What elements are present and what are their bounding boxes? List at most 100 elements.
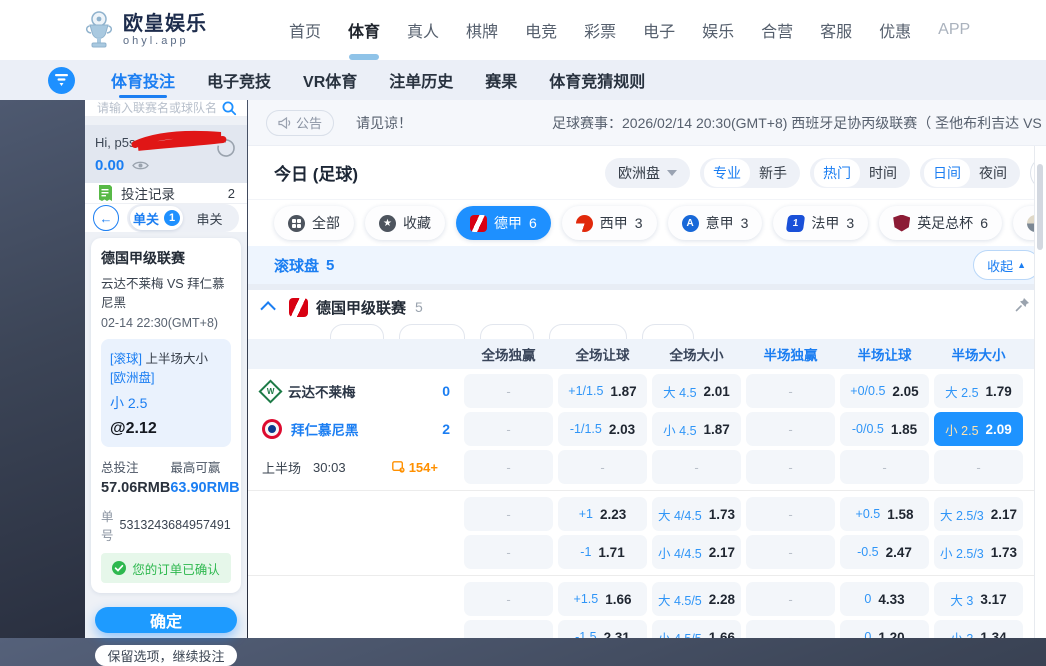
odds-cell[interactable]: 小 4.5/51.66 <box>652 620 741 638</box>
slip-selection-box: [滚球] 上半场大小 [欧洲盘] 小 2.5 @2.12 <box>101 339 231 447</box>
top-nav-item-8[interactable]: 合营 <box>761 0 793 60</box>
odds-cell[interactable]: +1/1.51.87 <box>558 374 647 408</box>
market-mini-tab-1[interactable] <box>399 324 465 339</box>
pin-icon[interactable] <box>1015 297 1030 317</box>
odds-price: 2.17 <box>991 507 1017 522</box>
league-tab-4[interactable]: A意甲3 <box>668 206 763 240</box>
sub-nav-item-5[interactable]: 体育竞猜规则 <box>549 60 645 100</box>
odds-price: 3.17 <box>980 592 1006 607</box>
odds-price: 1.85 <box>891 422 917 437</box>
search-icon[interactable] <box>221 100 237 116</box>
top-nav-item-0[interactable]: 首页 <box>289 0 321 60</box>
sub-nav-item-1[interactable]: 电子竞技 <box>207 60 271 100</box>
odds-cell[interactable]: +12.23 <box>558 497 647 531</box>
top-nav-item-6[interactable]: 电子 <box>643 0 675 60</box>
odds-cell-empty: - <box>464 620 553 638</box>
search-input[interactable] <box>95 100 221 116</box>
odds-cell[interactable]: +0/0.52.05 <box>840 374 929 408</box>
top-nav-item-11[interactable]: APP <box>938 0 970 60</box>
odds-price: 2.09 <box>986 422 1012 437</box>
filter-option-2-1[interactable]: 夜间 <box>970 159 1016 187</box>
market-mini-tab-4[interactable] <box>642 324 694 339</box>
league-icon-laliga <box>576 215 593 232</box>
odds-cell[interactable]: -0/0.51.85 <box>840 412 929 446</box>
top-nav-item-9[interactable]: 客服 <box>820 0 852 60</box>
top-nav-item-4[interactable]: 电竞 <box>525 0 557 60</box>
filter-option-1-0[interactable]: 热门 <box>814 159 860 187</box>
vertical-scrollbar[interactable] <box>1034 146 1046 638</box>
team-name[interactable]: 拜仁慕尼黑 <box>291 419 359 439</box>
odds-cell[interactable]: 小 4/4.52.17 <box>652 535 741 569</box>
odds-cell[interactable]: 大 4/4.51.73 <box>652 497 741 531</box>
slip-league-name: 德国甲级联赛 <box>101 248 231 268</box>
odds-cell[interactable]: -1/1.52.03 <box>558 412 647 446</box>
filter-option-0-0[interactable]: 专业 <box>704 159 750 187</box>
single-bet-count-badge: 1 <box>164 210 180 226</box>
odds-line: 大 4.5/5 <box>658 590 702 609</box>
league-tab-2[interactable]: 德甲6 <box>456 206 551 240</box>
odds-cell[interactable]: 小 2.5/31.73 <box>934 535 1023 569</box>
odds-cell[interactable]: 大 33.17 <box>934 582 1023 616</box>
odds-cell[interactable]: 04.33 <box>840 582 929 616</box>
top-nav-item-3[interactable]: 棋牌 <box>466 0 498 60</box>
odds-cell[interactable]: 小 31.34 <box>934 620 1023 638</box>
odds-cell[interactable]: -11.71 <box>558 535 647 569</box>
sub-nav-item-0[interactable]: 体育投注 <box>111 60 175 100</box>
scrollbar-thumb[interactable] <box>1037 164 1043 250</box>
top-nav-item-5[interactable]: 彩票 <box>584 0 616 60</box>
odds-line: 大 4/4.5 <box>658 505 702 524</box>
collapse-button[interactable]: 收起 ▲ <box>973 250 1040 280</box>
bet-records-row[interactable]: 投注记录 2 <box>85 183 247 204</box>
league-tab-1[interactable]: ★收藏 <box>365 206 445 240</box>
league-tab-6[interactable]: 英足总杯6 <box>879 206 1002 240</box>
top-nav-item-1[interactable]: 体育 <box>348 0 380 60</box>
match-team-row-home: W云达不莱梅0-+1/1.51.87大 4.52.01-+0/0.52.05大 … <box>248 373 1046 409</box>
odds-cell-empty: - <box>464 450 553 484</box>
filter-option-2-0[interactable]: 日间 <box>924 159 970 187</box>
odds-cell[interactable]: -1.52.31 <box>558 620 647 638</box>
announcement-badge[interactable]: 公告 <box>266 110 334 136</box>
more-markets-badge[interactable]: 154+ <box>392 460 438 475</box>
odds-price: 1.87 <box>610 384 636 399</box>
eye-icon[interactable] <box>132 160 149 171</box>
tab-parlay-bet[interactable]: 串关 <box>183 206 236 230</box>
brand-logo[interactable]: 欧皇娱乐 ohyl.app <box>84 11 234 49</box>
confirm-button[interactable]: 确定 <box>95 607 237 633</box>
odds-cell[interactable]: 大 4.52.01 <box>652 374 741 408</box>
league-tab-0[interactable]: 全部 <box>274 206 354 240</box>
odds-cell[interactable]: 小 4.51.87 <box>652 412 741 446</box>
section-chevron-up-icon[interactable] <box>260 301 276 317</box>
league-tab-3[interactable]: 西甲3 <box>562 206 657 240</box>
keep-selection-button[interactable]: 保留选项，继续投注 <box>95 645 237 666</box>
odds-type-dropdown[interactable]: 欧洲盘 <box>605 158 690 188</box>
market-mini-tab-3[interactable] <box>549 324 627 339</box>
market-mini-tab-2[interactable] <box>480 324 534 339</box>
odds-cell[interactable]: +0.51.58 <box>840 497 929 531</box>
odds-cell[interactable]: -0.52.47 <box>840 535 929 569</box>
market-mini-tab-0[interactable] <box>330 324 384 339</box>
filter-option-0-1[interactable]: 新手 <box>750 159 796 187</box>
back-button[interactable]: ← <box>93 205 119 231</box>
row-divider <box>248 490 1046 491</box>
top-nav-item-2[interactable]: 真人 <box>407 0 439 60</box>
filter-option-1-1[interactable]: 时间 <box>860 159 906 187</box>
sub-nav-item-2[interactable]: VR体育 <box>303 60 357 100</box>
team-name[interactable]: 云达不莱梅 <box>288 381 356 401</box>
sub-nav-item-4[interactable]: 赛果 <box>485 60 517 100</box>
odds-line: -1 <box>580 545 591 559</box>
filter-menu-button[interactable] <box>48 67 75 94</box>
column-header-0: 全场独赢 <box>464 344 553 364</box>
sub-nav-item-3[interactable]: 注单历史 <box>389 60 453 100</box>
tab-single-bet[interactable]: 单关 1 <box>130 206 183 230</box>
odds-cell-selected[interactable]: 小 2.52.09 <box>934 412 1023 446</box>
odds-cell[interactable]: 大 2.5/32.17 <box>934 497 1023 531</box>
odds-cell[interactable]: 大 2.51.79 <box>934 374 1023 408</box>
top-nav-item-10[interactable]: 优惠 <box>879 0 911 60</box>
top-nav-item-7[interactable]: 娱乐 <box>702 0 734 60</box>
odds-line: -0.5 <box>857 545 879 559</box>
odds-cell[interactable]: 大 4.5/52.28 <box>652 582 741 616</box>
league-tab-5[interactable]: 1法甲3 <box>773 206 868 240</box>
away-team-logo <box>265 422 279 436</box>
odds-cell[interactable]: 01.20 <box>840 620 929 638</box>
odds-cell[interactable]: +1.51.66 <box>558 582 647 616</box>
